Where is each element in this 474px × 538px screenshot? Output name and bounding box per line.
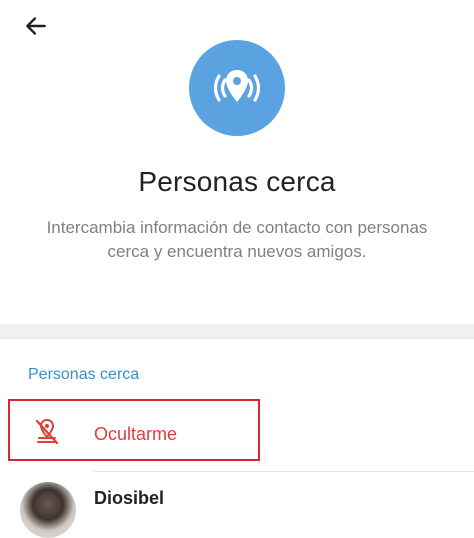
page-description: Intercambia información de contacto con …	[46, 218, 428, 261]
user-list-item[interactable]: Diosibel	[0, 476, 474, 538]
hide-me-button[interactable]: Ocultarme	[8, 399, 260, 461]
avatar	[20, 482, 76, 538]
user-name: Diosibel	[94, 488, 165, 508]
back-button[interactable]	[18, 8, 54, 44]
location-broadcast-icon	[213, 70, 261, 102]
hero-icon	[189, 40, 285, 136]
section-divider	[0, 324, 474, 339]
hide-me-label: Ocultarme	[94, 424, 178, 444]
location-off-icon	[35, 418, 59, 445]
arrow-left-icon	[26, 17, 46, 35]
section-header: Personas cerca	[28, 366, 140, 383]
row-divider	[94, 471, 474, 472]
page-title: Personas cerca	[138, 166, 336, 197]
